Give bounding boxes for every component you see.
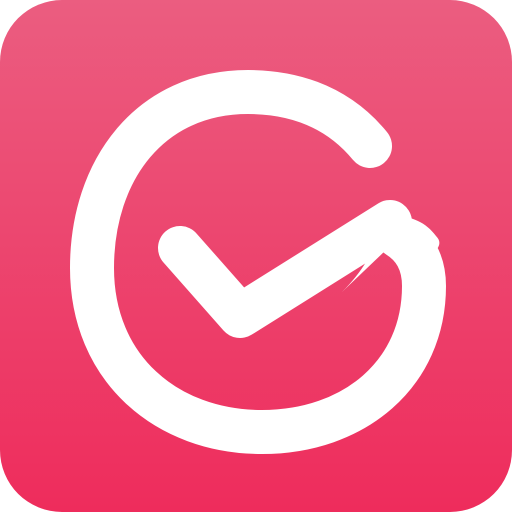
app-icon-graphic — [0, 0, 512, 512]
app-icon — [0, 0, 512, 512]
